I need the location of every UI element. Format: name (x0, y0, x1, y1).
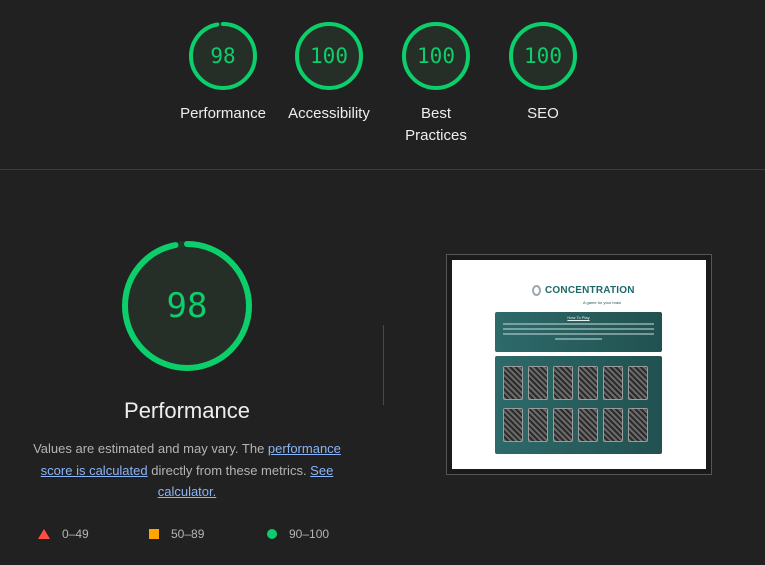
score-value: 100 (310, 44, 348, 68)
circle-icon (267, 529, 277, 539)
gauge-ring: 100 (293, 20, 365, 92)
score-label: Performance (180, 105, 266, 122)
card-back (553, 366, 573, 400)
performance-gauge: 98 (119, 238, 255, 374)
screenshot-card-grid (495, 356, 662, 454)
legend-range: 50–89 (171, 527, 205, 541)
screenshot-tagline: A game for your brain (583, 300, 622, 305)
gauge-seo[interactable]: 100 SEO (483, 20, 603, 125)
screenshot-logo: CONCENTRATION (532, 285, 635, 296)
screenshot-logo-text: CONCENTRATION (545, 285, 635, 296)
performance-title: Performance (124, 398, 250, 423)
card-back (628, 407, 648, 442)
gauge-ring: 100 (507, 20, 579, 92)
divider (383, 325, 384, 405)
score-label: SEO (527, 105, 559, 122)
brain-icon (532, 285, 541, 296)
card-back (553, 407, 573, 442)
score-legend: 0–49 50–89 90–100 (0, 527, 400, 545)
score-value: 100 (417, 44, 455, 68)
text-line (555, 338, 602, 340)
text-line (503, 323, 654, 325)
legend-item-fail: 0–49 (38, 527, 89, 541)
legend-range: 90–100 (289, 527, 330, 541)
score-label: Accessibility (288, 105, 370, 122)
screenshot-how-to-play: How To Play (567, 315, 590, 320)
text-line (503, 328, 654, 330)
card-back (628, 366, 648, 400)
gauge-ring: 100 (400, 20, 472, 92)
square-icon (149, 529, 159, 539)
card-back (528, 366, 548, 400)
card-back (578, 366, 598, 400)
card-back (528, 407, 548, 442)
card-back (603, 407, 623, 442)
card-back (578, 407, 598, 442)
score-value: 98 (210, 44, 236, 68)
text-line (503, 333, 654, 335)
gauge-accessibility[interactable]: 100 Accessibility (269, 20, 389, 125)
score-value: 100 (524, 44, 562, 68)
final-screenshot[interactable]: CONCENTRATION A game for your brain How … (446, 254, 712, 475)
performance-section: 98 Performance Values are estimated and … (22, 238, 352, 503)
card-back (603, 366, 623, 400)
desc-text-1: Values are estimated and may vary. The (33, 441, 268, 456)
triangle-icon (38, 529, 50, 539)
legend-range: 0–49 (62, 527, 89, 541)
card-back (503, 366, 523, 400)
gauge-best-practices[interactable]: 100 Best Practices (376, 20, 496, 147)
performance-description: Values are estimated and may vary. The p… (22, 438, 352, 503)
gauge-performance[interactable]: 98 Performance (163, 20, 283, 125)
score-label: Best Practices (405, 105, 467, 144)
gauge-ring: 98 (187, 20, 259, 92)
screenshot-instructions-panel: How To Play (495, 312, 662, 352)
desc-text-2: directly from these metrics. (147, 462, 311, 478)
legend-item-pass: 90–100 (267, 527, 329, 541)
performance-score-value: 98 (166, 286, 208, 326)
screenshot-image: CONCENTRATION A game for your brain How … (452, 260, 706, 469)
score-summary: 98 Performance 100 Accessibility 100 Bes… (0, 0, 765, 170)
legend-item-average: 50–89 (149, 527, 204, 541)
card-back (503, 407, 523, 442)
